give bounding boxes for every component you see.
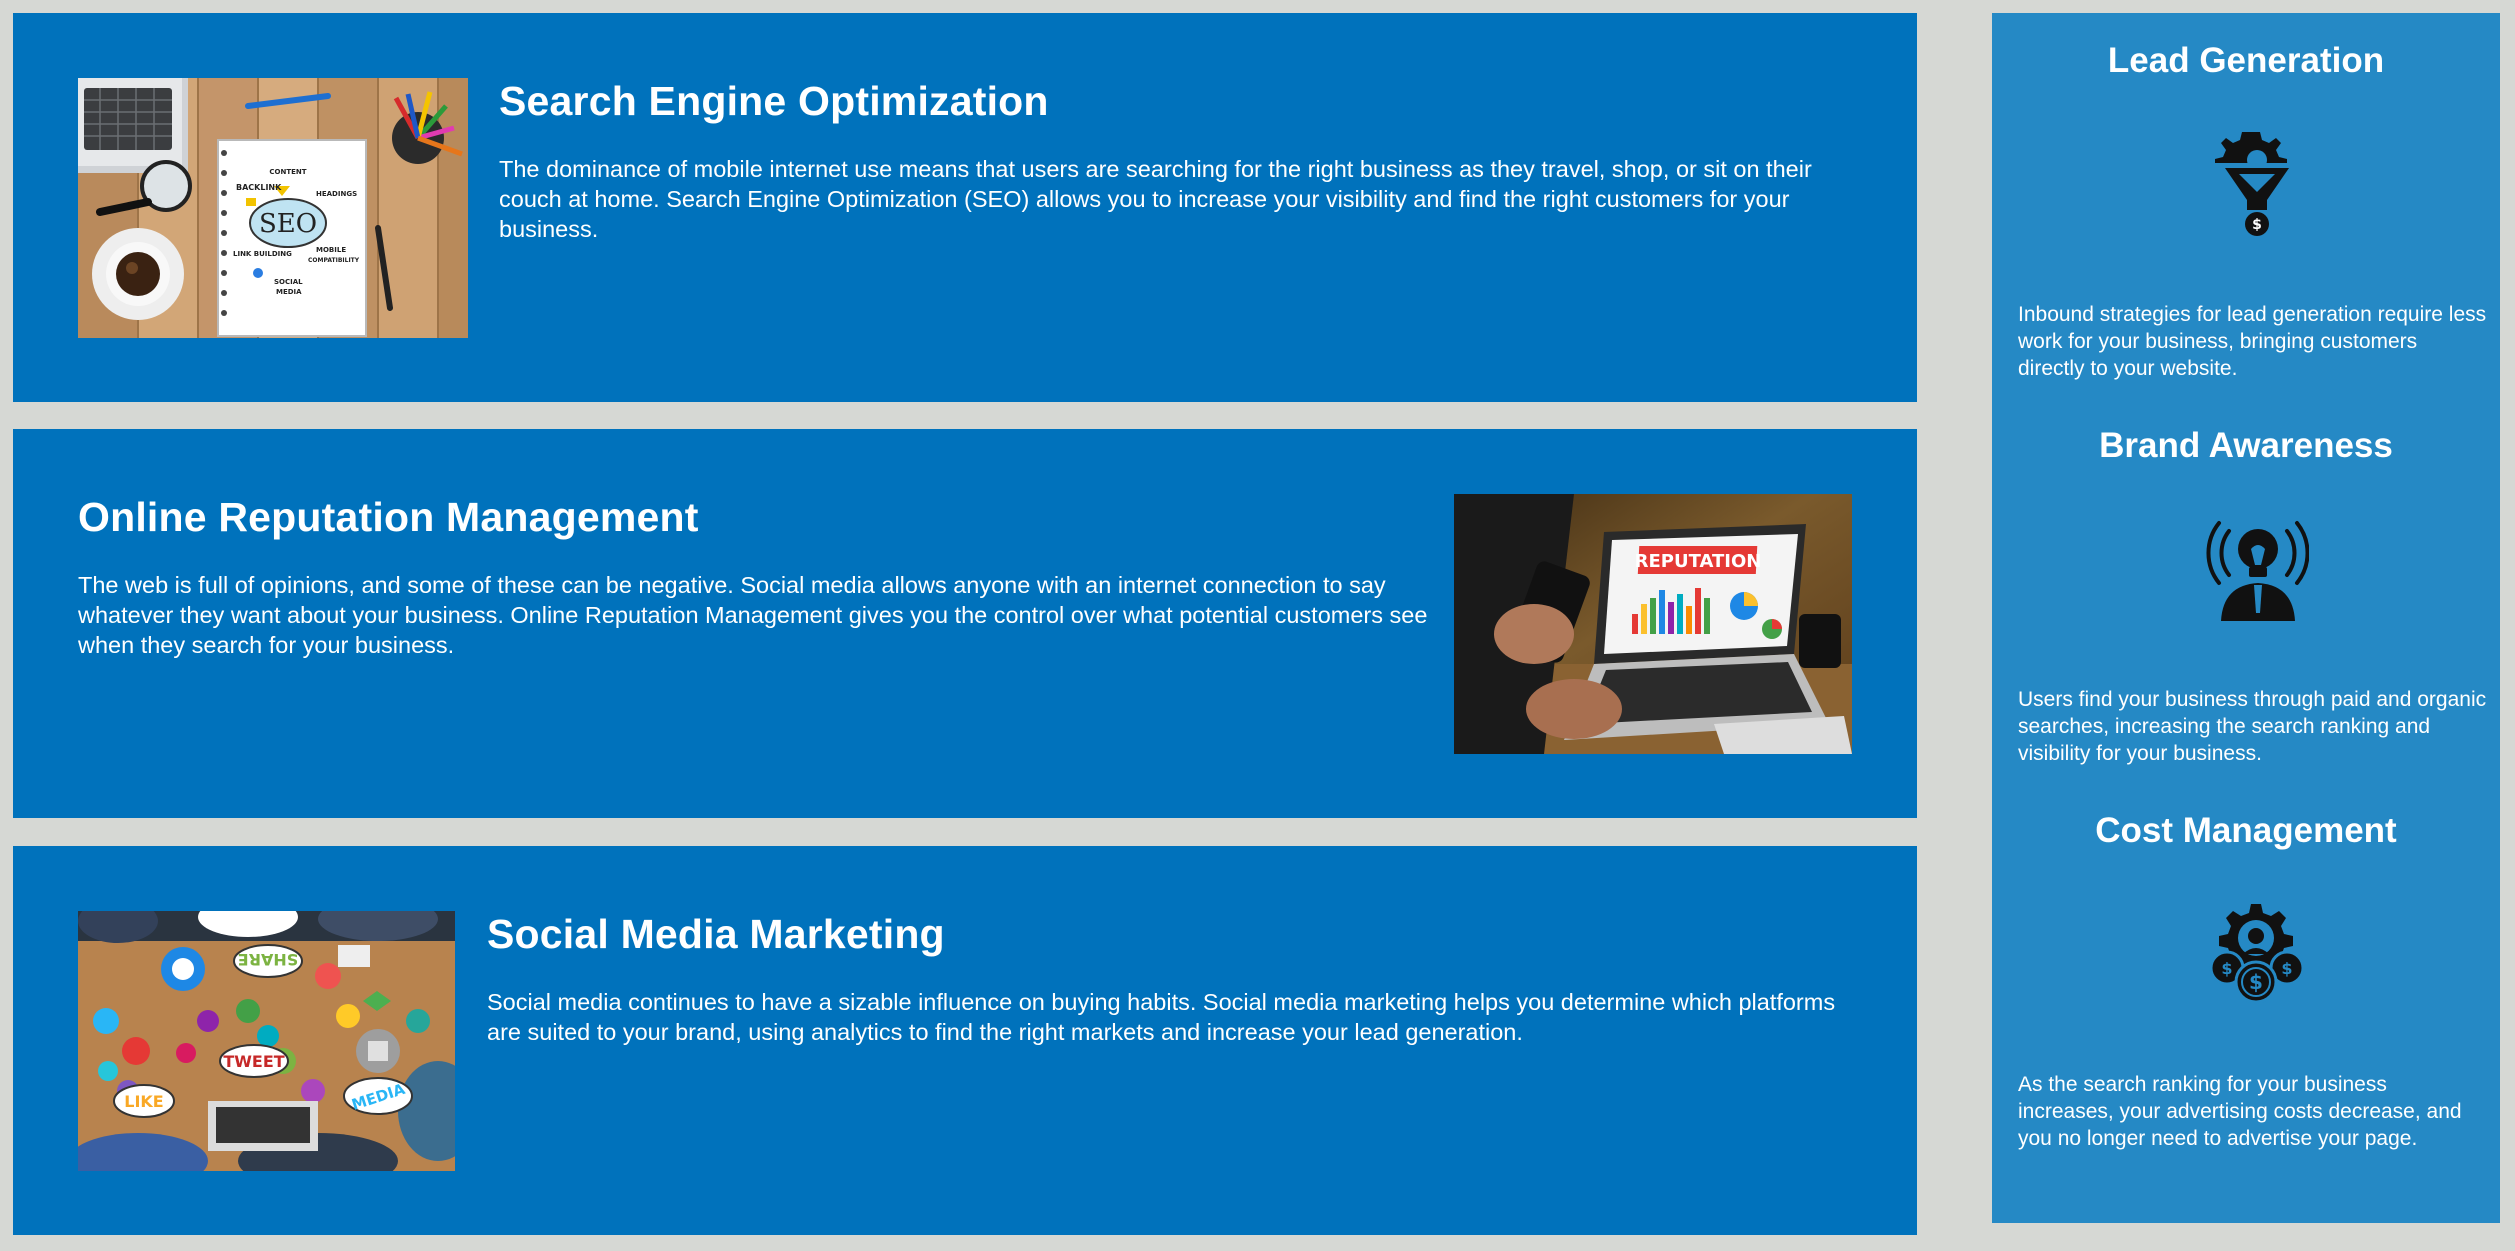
social-label: SOCIAL — [274, 278, 303, 286]
reputation-banner-label: REPUTATION — [1635, 551, 1762, 572]
sidebar-title: Lead Generation — [2107, 41, 2385, 80]
compatibility-label: COMPATIBILITY — [308, 257, 360, 264]
like-label: LIKE — [124, 1092, 163, 1111]
reputation-image: REPUTATION — [1454, 494, 1852, 754]
service-card-reputation: Online Reputation Management The web is … — [13, 429, 1917, 818]
svg-text:$: $ — [2221, 959, 2232, 978]
seo-illustration: SEO CONTENT BACKLINK HEADINGS LINK BUILD… — [78, 78, 468, 338]
service-title: Online Reputation Management — [78, 494, 699, 540]
page: SEO CONTENT BACKLINK HEADINGS LINK BUILD… — [0, 0, 2515, 1251]
service-card-social: SHARE TWEET LIKE MEDIA Social Media Mark… — [13, 846, 1917, 1235]
sidebar-title: Cost Management — [2095, 811, 2397, 850]
social-illustration: SHARE TWEET LIKE MEDIA — [78, 911, 455, 1171]
social-image: SHARE TWEET LIKE MEDIA — [78, 911, 455, 1171]
service-description: The dominance of mobile internet use mea… — [499, 156, 1812, 242]
backlink-label: BACKLINK — [236, 183, 282, 192]
content-label: CONTENT — [269, 168, 306, 176]
seo-image: SEO CONTENT BACKLINK HEADINGS LINK BUILD… — [78, 78, 468, 338]
service-description: The web is full of opinions, and some of… — [78, 572, 1428, 658]
gear-coins-icon: $ $ $ — [2199, 898, 2309, 1008]
service-description: Social media continues to have a sizable… — [487, 989, 1836, 1045]
link-building-label: LINK BUILDING — [233, 250, 292, 258]
mobile-label: MOBILE — [316, 246, 346, 254]
seo-label: SEO — [259, 209, 317, 239]
service-card-seo: SEO CONTENT BACKLINK HEADINGS LINK BUILD… — [13, 13, 1917, 402]
share-label: SHARE — [238, 950, 299, 969]
service-title: Search Engine Optimization — [499, 78, 1049, 124]
sidebar-text: As the search ranking for your business … — [2018, 1073, 2462, 1150]
sidebar-title: Brand Awareness — [2099, 426, 2393, 465]
headings-label: HEADINGS — [316, 190, 357, 198]
service-title: Social Media Marketing — [487, 911, 945, 957]
tweet-label: TWEET — [223, 1052, 284, 1071]
funnel-dollar-icon: $ — [2199, 128, 2309, 238]
lightbulb-person-icon — [2199, 513, 2310, 623]
svg-text:$: $ — [2252, 217, 2262, 233]
svg-text:$: $ — [2249, 970, 2263, 994]
sidebar-text: Inbound strategies for lead generation r… — [2018, 303, 2487, 380]
reputation-illustration: REPUTATION — [1454, 494, 1852, 754]
sidebar-text: Users find your business through paid an… — [2018, 688, 2487, 765]
svg-text:$: $ — [2281, 959, 2292, 978]
sidebar: Lead Generation $ Inbound strategies for… — [1992, 13, 2500, 1223]
media-label: MEDIA — [276, 288, 302, 296]
